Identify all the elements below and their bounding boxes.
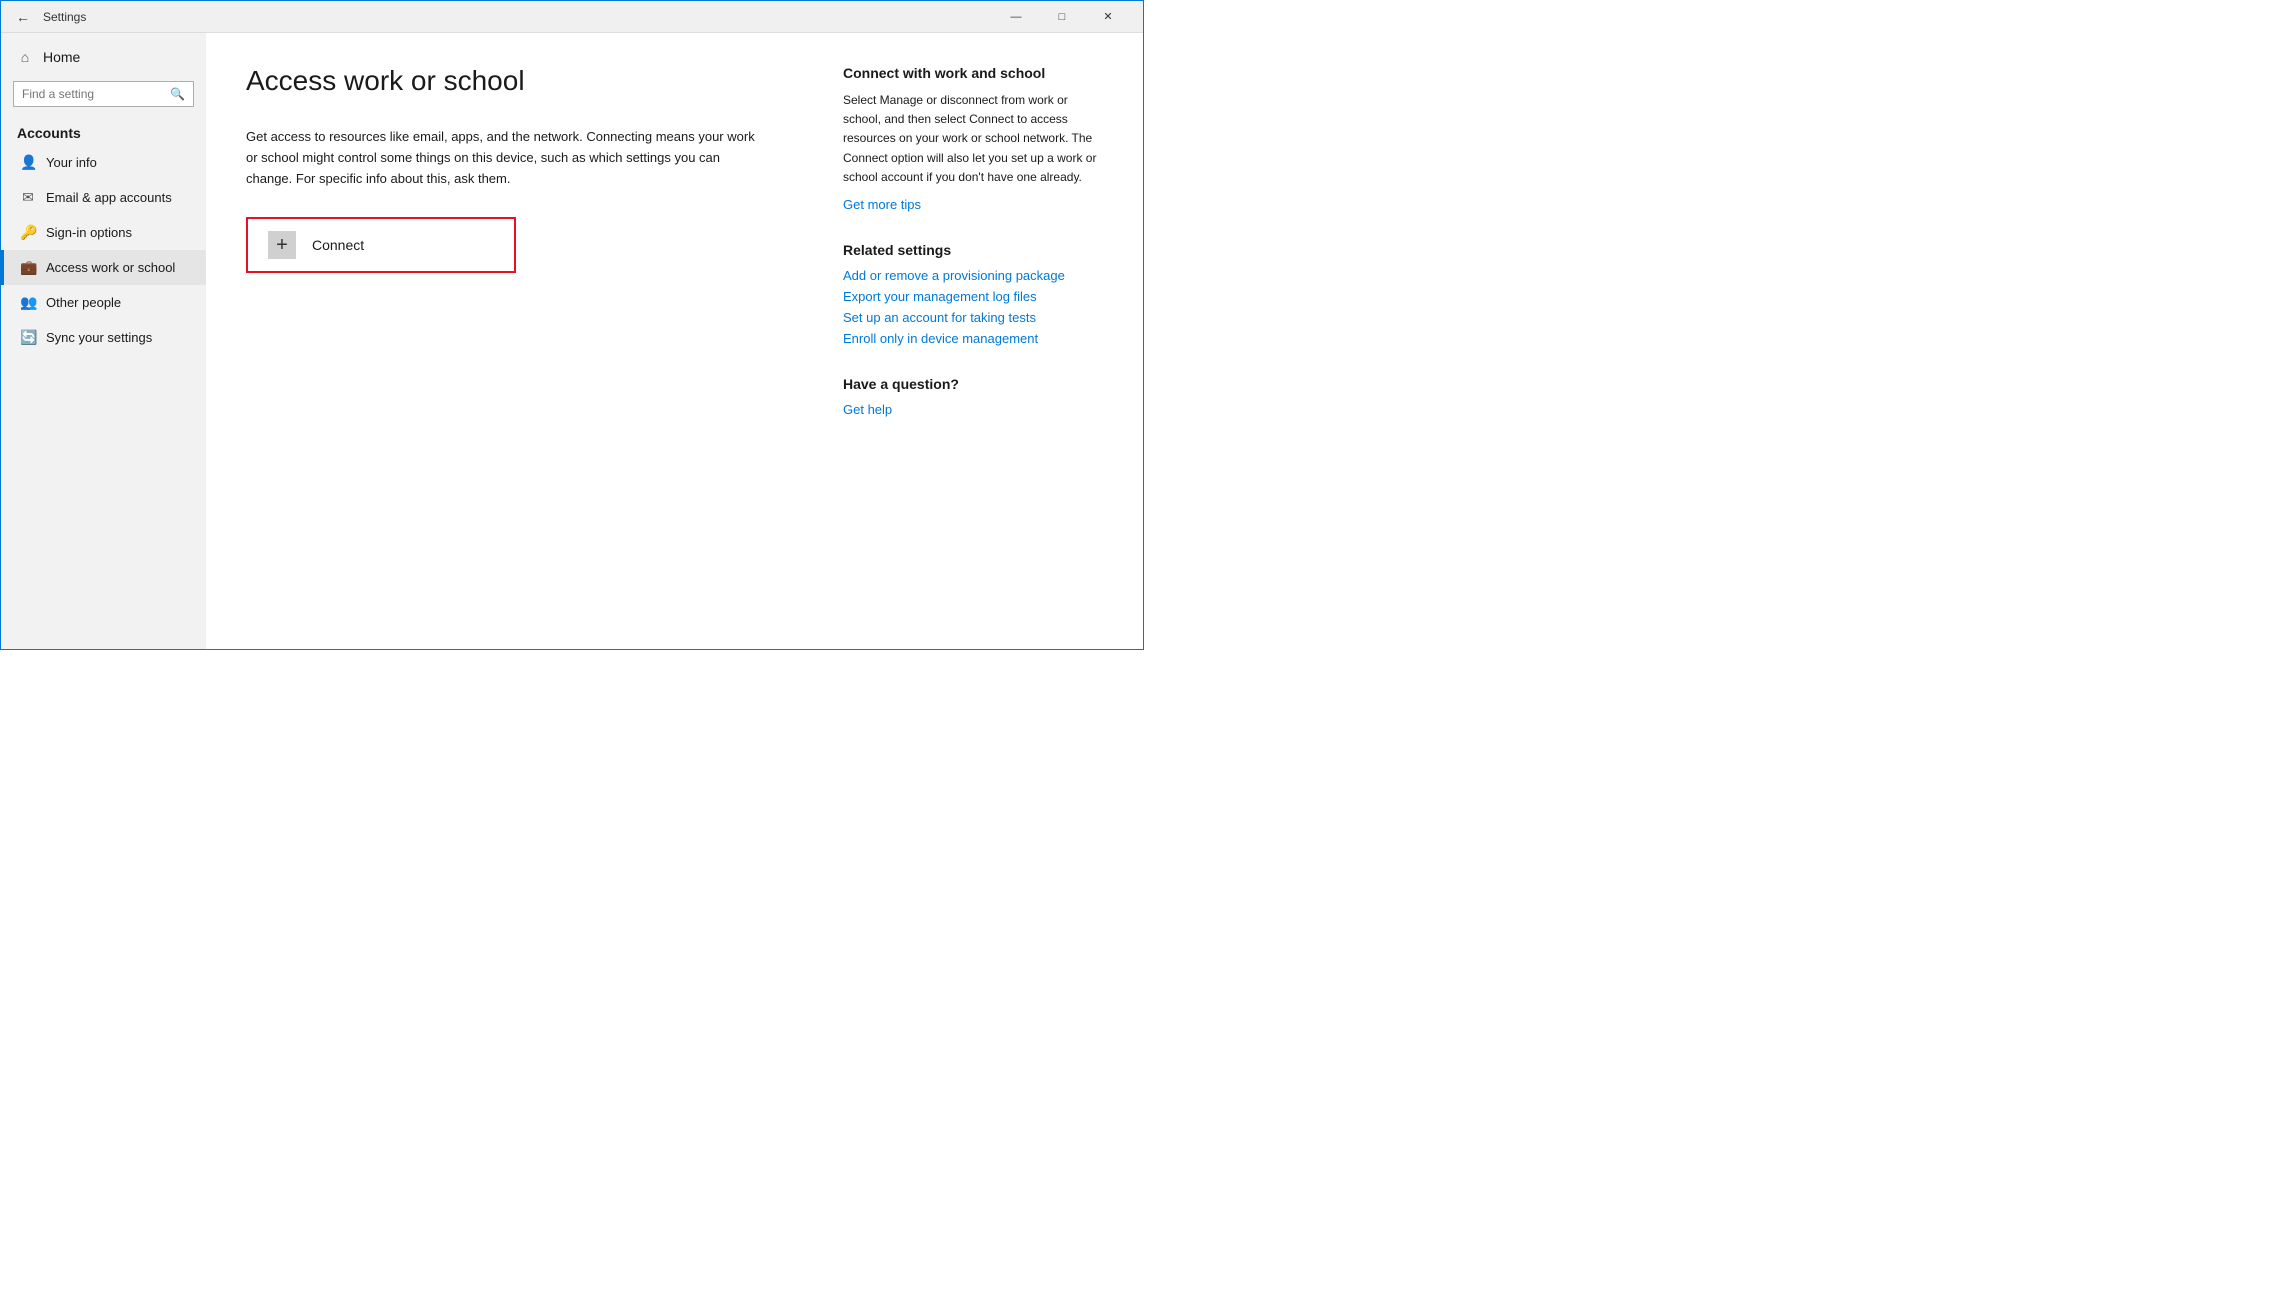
back-button[interactable]: ← — [13, 7, 33, 27]
person-icon: 👤 — [20, 154, 36, 171]
sidebar-item-email-app[interactable]: ✉ Email & app accounts — [1, 180, 206, 215]
app-body: ⌂ Home 🔍 Accounts 👤 Your info ✉ Email & … — [1, 33, 1143, 649]
connect-button[interactable]: + Connect — [246, 217, 516, 273]
enroll-device-link[interactable]: Enroll only in device management — [843, 331, 1103, 346]
main-content: Access work or school Get access to reso… — [206, 33, 1143, 649]
titlebar-title: Settings — [43, 10, 86, 24]
sidebar-item-access-work[interactable]: 💼 Access work or school — [1, 250, 206, 285]
main-left: Access work or school Get access to reso… — [246, 65, 783, 617]
sidebar-home-label: Home — [43, 49, 80, 65]
get-more-tips-link[interactable]: Get more tips — [843, 197, 1103, 212]
account-tests-link[interactable]: Set up an account for taking tests — [843, 310, 1103, 325]
sidebar-item-label: Access work or school — [46, 260, 175, 275]
briefcase-icon: 💼 — [20, 259, 36, 276]
related-settings-title: Related settings — [843, 242, 1103, 258]
email-icon: ✉ — [20, 189, 36, 206]
sidebar-search-box[interactable]: 🔍 — [13, 81, 194, 107]
titlebar: ← Settings — □ ✕ — [1, 1, 1143, 33]
connect-description: Select Manage or disconnect from work or… — [843, 91, 1103, 187]
sidebar-section-title: Accounts — [1, 115, 206, 145]
sidebar-item-other-people[interactable]: 👥 Other people — [1, 285, 206, 320]
close-button[interactable]: ✕ — [1085, 1, 1131, 33]
key-icon: 🔑 — [20, 224, 36, 241]
sidebar-item-sign-in[interactable]: 🔑 Sign-in options — [1, 215, 206, 250]
sidebar-item-label: Email & app accounts — [46, 190, 172, 205]
plus-icon: + — [268, 231, 296, 259]
sync-icon: 🔄 — [20, 329, 36, 346]
get-help-link[interactable]: Get help — [843, 402, 1103, 417]
search-input[interactable] — [14, 82, 162, 106]
export-log-link[interactable]: Export your management log files — [843, 289, 1103, 304]
search-icon: 🔍 — [162, 82, 193, 106]
main-description: Get access to resources like email, apps… — [246, 127, 766, 189]
sidebar-item-label: Other people — [46, 295, 121, 310]
home-icon: ⌂ — [17, 49, 33, 65]
group-icon: 👥 — [20, 294, 36, 311]
sidebar-home[interactable]: ⌂ Home — [1, 41, 206, 73]
sidebar-item-sync-settings[interactable]: 🔄 Sync your settings — [1, 320, 206, 355]
minimize-button[interactable]: — — [993, 1, 1039, 33]
sidebar: ⌂ Home 🔍 Accounts 👤 Your info ✉ Email & … — [1, 33, 206, 649]
maximize-button[interactable]: □ — [1039, 1, 1085, 33]
provisioning-link[interactable]: Add or remove a provisioning package — [843, 268, 1103, 283]
sidebar-item-your-info[interactable]: 👤 Your info — [1, 145, 206, 180]
sidebar-item-label: Sync your settings — [46, 330, 152, 345]
connect-button-label: Connect — [312, 237, 364, 253]
have-question-title: Have a question? — [843, 376, 1103, 392]
window-controls: — □ ✕ — [993, 1, 1131, 33]
sidebar-item-label: Your info — [46, 155, 97, 170]
connect-section-title: Connect with work and school — [843, 65, 1103, 81]
page-title: Access work or school — [246, 65, 783, 97]
right-panel: Connect with work and school Select Mana… — [843, 65, 1103, 617]
sidebar-item-label: Sign-in options — [46, 225, 132, 240]
